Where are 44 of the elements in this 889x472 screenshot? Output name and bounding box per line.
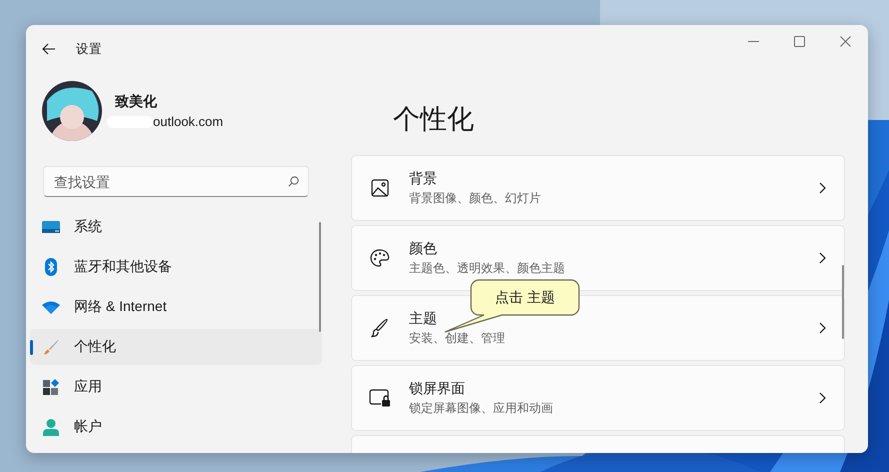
wifi-icon	[42, 300, 60, 314]
search-icon	[288, 176, 299, 187]
card-title: 颜色	[409, 240, 438, 258]
sidebar-item[interactable]: 帐户	[30, 409, 322, 445]
sidebar-item[interactable]: 系统	[30, 209, 322, 245]
card-title: 背景	[409, 170, 438, 188]
page-title: 个性化	[393, 103, 475, 135]
image-icon	[371, 179, 389, 197]
chevron-right-icon	[819, 182, 826, 194]
chevron-right-icon	[819, 252, 826, 264]
lock-screen-icon	[369, 389, 391, 407]
bluetooth-icon	[45, 258, 57, 276]
card-title: 主题	[409, 310, 438, 328]
sidebar-item[interactable]: 网络 & Internet	[30, 289, 322, 325]
minimize-icon[interactable]	[748, 40, 758, 42]
back-arrow-icon[interactable]	[42, 43, 56, 55]
card-subtitle: 主题色、透明效果、颜色主题	[409, 260, 566, 276]
user-email: outlook.com	[153, 114, 224, 129]
chevron-right-icon	[819, 322, 826, 334]
sidebar-item[interactable]: 蓝牙和其他设备	[30, 249, 322, 285]
palette-icon	[370, 249, 390, 267]
card-subtitle: 锁定屏幕图像、应用和动画	[409, 400, 554, 416]
monitor-icon	[42, 220, 60, 234]
person-icon	[43, 418, 59, 436]
selection-indicator	[30, 340, 33, 355]
apps-icon	[43, 379, 59, 395]
scrollbar[interactable]	[319, 222, 321, 332]
user-name: 致美化	[115, 93, 158, 111]
search-field[interactable]: 查找设置	[43, 166, 309, 197]
window-title: 设置	[76, 40, 102, 58]
settings-card[interactable]: 背景 背景图像、颜色、幻灯片	[351, 155, 845, 221]
chevron-right-icon	[819, 392, 826, 404]
maximize-icon[interactable]	[794, 36, 804, 46]
settings-card[interactable]: 锁屏界面 锁定屏幕图像、应用和动画	[351, 365, 845, 431]
sidebar-item[interactable]: 应用	[30, 369, 322, 405]
paintbrush-icon	[43, 339, 59, 355]
card-title: 锁屏界面	[409, 380, 466, 398]
scrollbar[interactable]	[842, 265, 844, 339]
sidebar-item[interactable]: 个性化	[30, 329, 322, 365]
card-subtitle: 安装、创建、管理	[409, 330, 506, 346]
settings-card[interactable]: 颜色 主题色、透明效果、颜色主题	[351, 225, 845, 291]
paintbrush-icon	[371, 318, 389, 338]
card-subtitle: 背景图像、颜色、幻灯片	[409, 190, 542, 206]
close-icon[interactable]	[840, 36, 850, 46]
